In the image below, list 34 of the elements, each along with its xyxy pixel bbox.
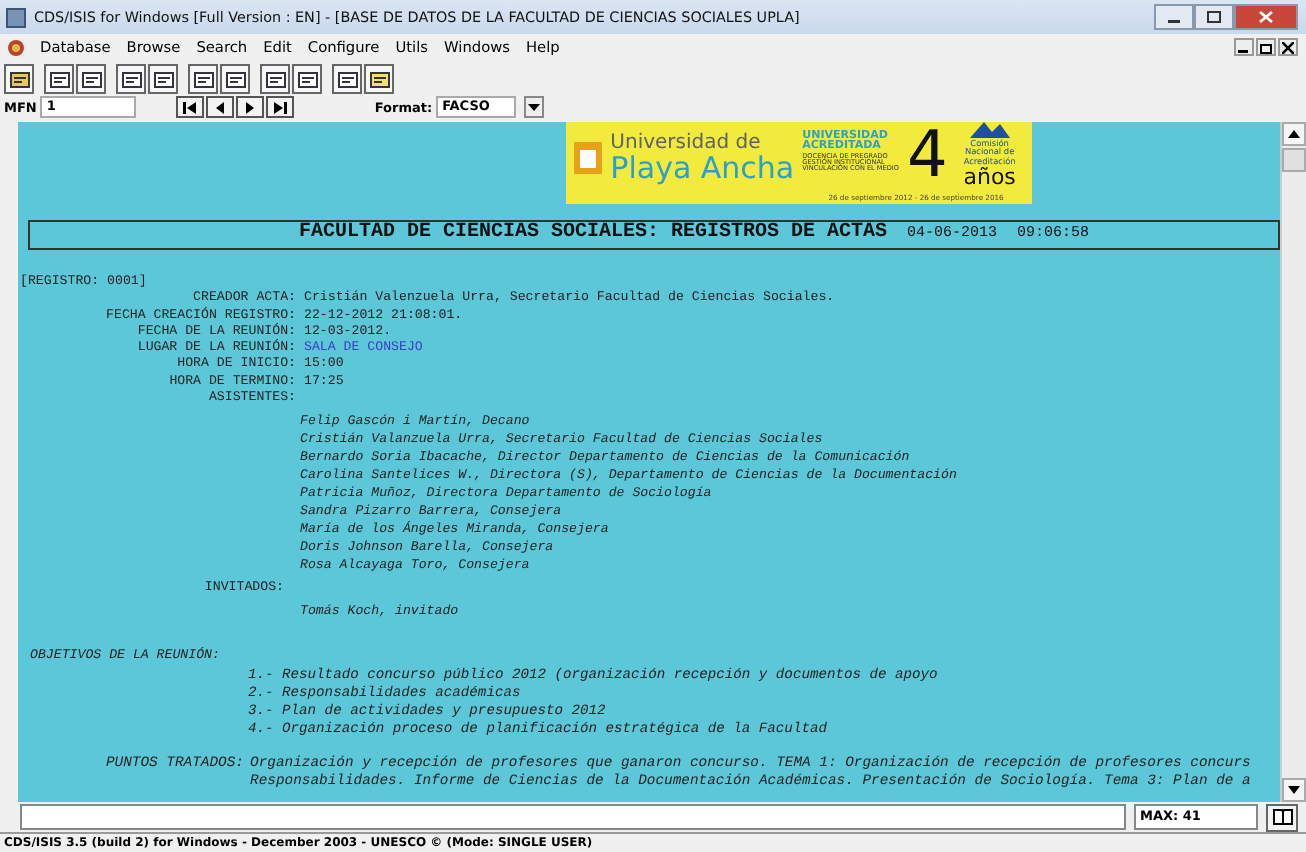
vertical-scrollbar[interactable] [1280, 122, 1306, 802]
command-field[interactable] [20, 804, 1126, 830]
first-record-button[interactable] [176, 96, 205, 118]
restore-button[interactable] [1256, 38, 1276, 56]
agency-logo-icon [967, 122, 1012, 141]
close-button[interactable] [1278, 38, 1298, 56]
report-title: FACULTAD DE CIENCIAS SOCIALES: REGISTROS DE ACTAS [298, 226, 888, 244]
skip-forward-icon [272, 99, 289, 115]
next-record-button[interactable] [236, 96, 265, 118]
app-logo-icon [6, 37, 26, 57]
close-icon [1282, 41, 1294, 53]
down-arrow-icon [1288, 786, 1300, 794]
years-word: años [963, 165, 1016, 188]
minimize-button[interactable] [1234, 38, 1254, 56]
up-arrow-icon [1288, 130, 1300, 138]
skip-back-icon [182, 99, 199, 115]
scrollbar-thumb[interactable] [1282, 148, 1306, 172]
maximize-button[interactable] [1194, 4, 1234, 30]
book-icon[interactable] [1266, 803, 1298, 831]
dropdown-button[interactable] [524, 96, 545, 118]
university-logo-icon [574, 142, 603, 174]
last-record-button[interactable] [266, 96, 295, 118]
previous-record-button[interactable] [206, 96, 235, 118]
triangle-left-icon [212, 99, 229, 115]
triangle-right-icon [242, 99, 259, 115]
close-icon [1258, 10, 1274, 24]
years-number: 4 [906, 122, 948, 186]
app-icon [6, 7, 26, 27]
university-name: Playa Ancha [610, 153, 795, 183]
restore-icon [1260, 41, 1272, 53]
university-name: Universidad de [610, 133, 763, 153]
minimize-button[interactable] [1154, 4, 1194, 30]
caret-icon [528, 103, 541, 111]
maximize-icon [1206, 10, 1222, 24]
